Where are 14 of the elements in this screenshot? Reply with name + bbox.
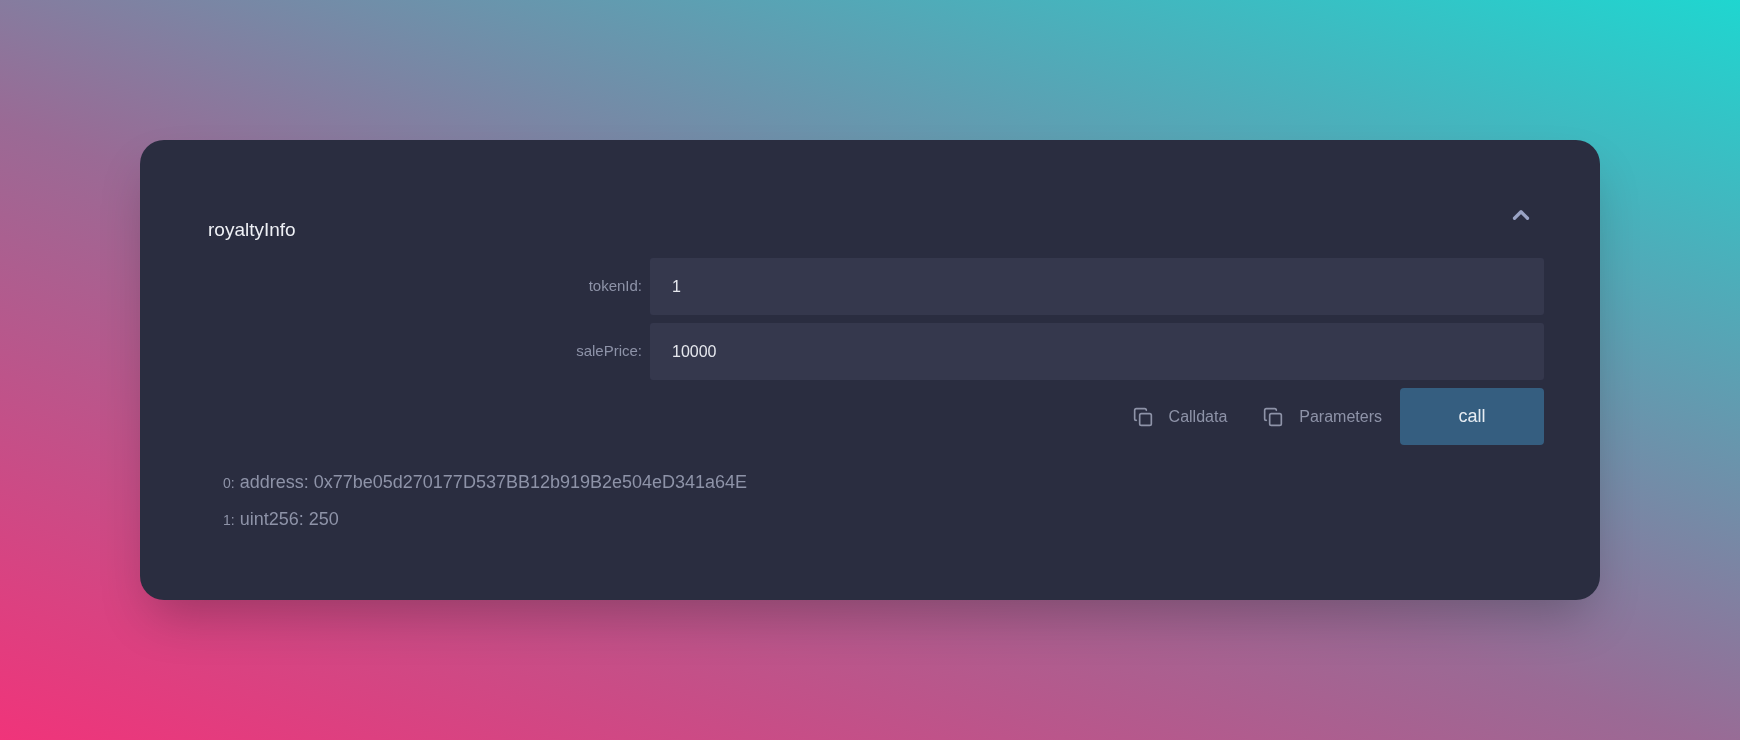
input-field[interactable]: 1 xyxy=(650,258,1544,315)
output-value: uint256: 250 xyxy=(239,508,339,531)
copy-button[interactable]: Parameters xyxy=(1263,404,1382,429)
call-button[interactable]: call xyxy=(1400,388,1544,445)
function-title: royaltyInfo xyxy=(208,217,296,242)
copy-icon xyxy=(1132,406,1153,427)
output-index: 0: xyxy=(223,474,235,493)
output-index: 1: xyxy=(223,511,235,530)
output-value: address: 0x77be05d270177D537BB12b919B2e504eD341a64E xyxy=(239,471,748,494)
copy-button[interactable]: Calldata xyxy=(1132,404,1228,429)
input-field[interactable]: 10000 xyxy=(650,323,1544,380)
input-label: salePrice: xyxy=(575,341,643,362)
input-label: tokenId: xyxy=(587,276,643,297)
copy-icon xyxy=(1263,406,1284,427)
